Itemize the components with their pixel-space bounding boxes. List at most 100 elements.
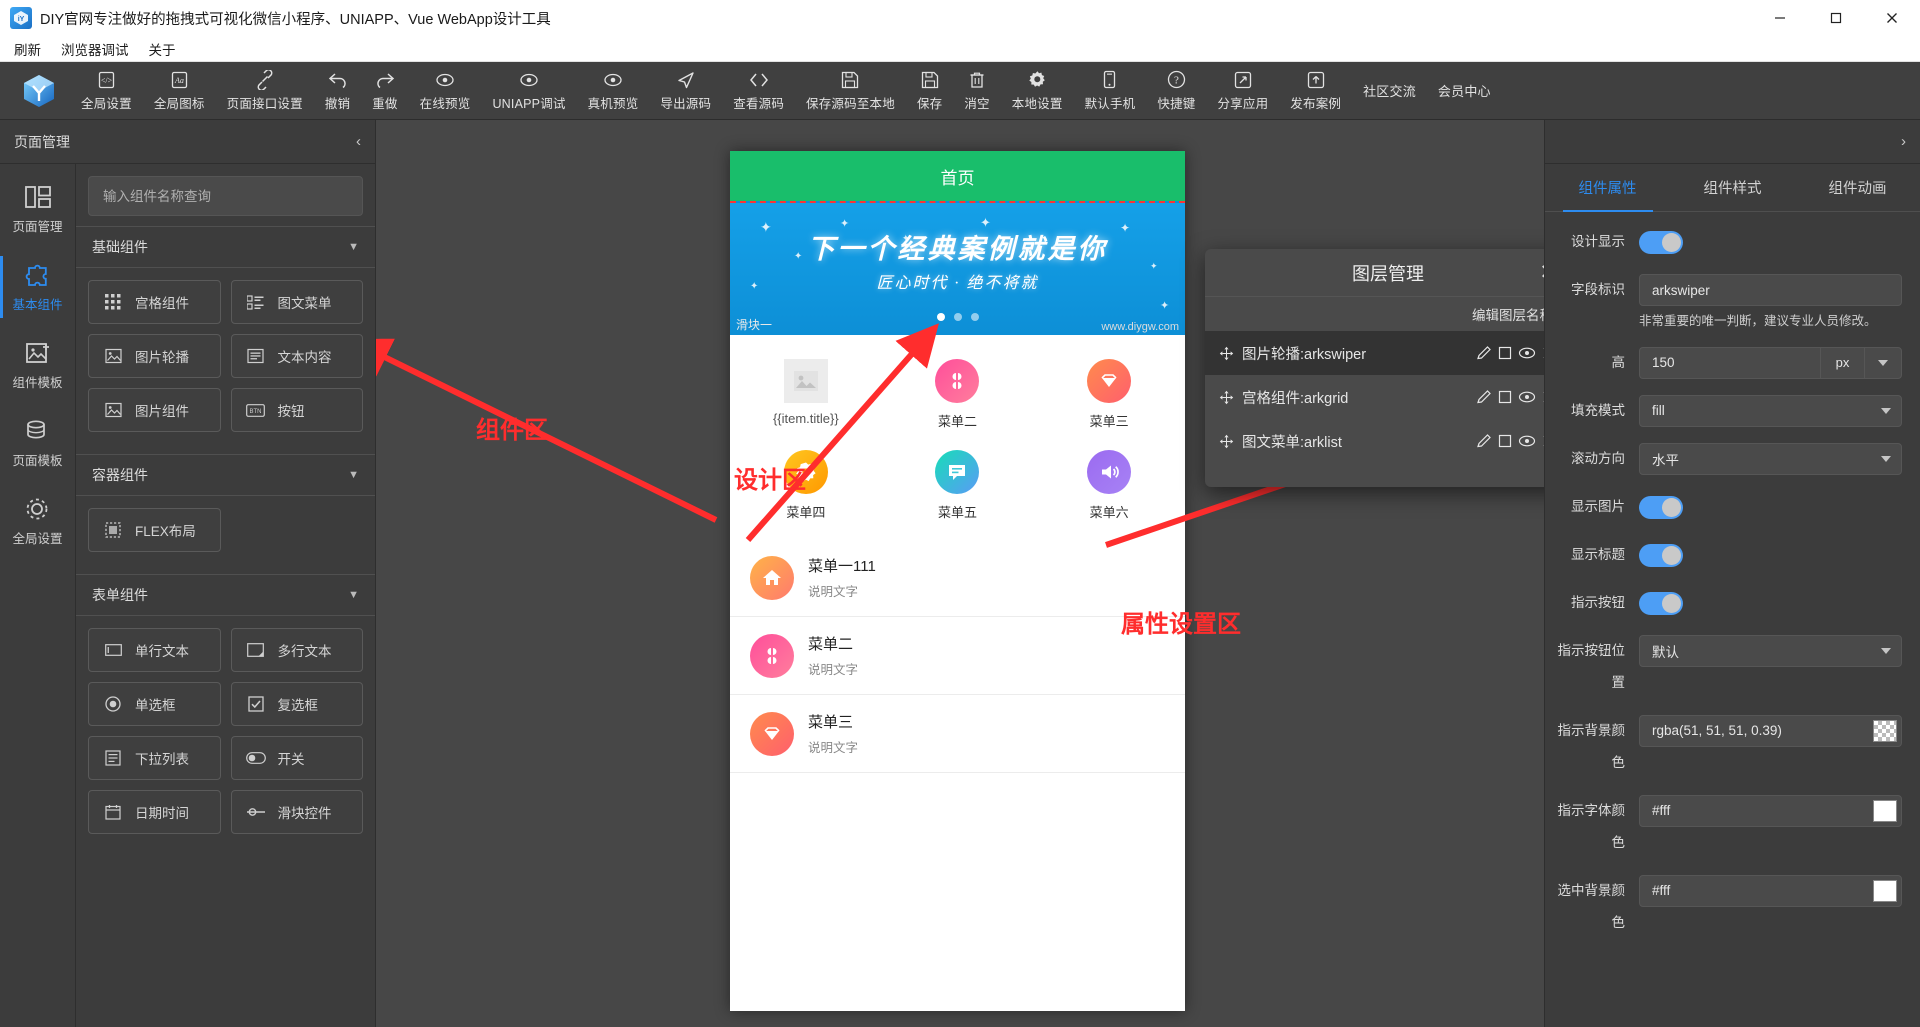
component-multi-line-text[interactable]: 多行文本 xyxy=(231,628,364,672)
toolbar-export-source[interactable]: 导出源码 xyxy=(649,63,722,119)
edit-icon[interactable] xyxy=(1476,345,1492,361)
design-canvas[interactable]: 首页 ✦ ✦ ✦ ✦ ✦ ✦ ✦ ✦ ✦ ✦ 下一个经典案例就是你 匠心时代 ·… xyxy=(376,120,1544,1027)
category-basic-components[interactable]: 基础组件 ▼ xyxy=(76,226,375,268)
grid-cell[interactable]: {{item.title}} xyxy=(730,349,882,440)
category-container-components[interactable]: 容器组件 ▼ xyxy=(76,454,375,496)
move-icon[interactable] xyxy=(1219,346,1234,361)
grid-component[interactable]: {{item.title}} 菜单二 菜单三 xyxy=(730,335,1185,539)
toolbar-member-center[interactable]: 会员中心 xyxy=(1427,63,1502,119)
color-swatch[interactable] xyxy=(1873,800,1897,822)
toolbar-device-preview[interactable]: 真机预览 xyxy=(577,63,650,119)
height-unit-dropdown[interactable] xyxy=(1864,347,1902,379)
design-display-toggle[interactable] xyxy=(1639,231,1683,254)
close-icon[interactable] xyxy=(1541,345,1544,361)
tab-component-styles[interactable]: 组件样式 xyxy=(1670,164,1795,211)
copy-icon[interactable] xyxy=(1497,433,1513,449)
sidebar-item-page-manage[interactable]: 页面管理 xyxy=(0,170,75,248)
chevron-left-icon[interactable]: ‹ xyxy=(356,133,361,150)
toolbar-page-api-settings[interactable]: 页面接口设置 xyxy=(216,63,314,119)
toolbar-clear[interactable]: 消空 xyxy=(953,63,1000,119)
field-id-input[interactable]: arkswiper xyxy=(1639,274,1902,306)
selected-bg-color-field[interactable]: #fff xyxy=(1639,875,1902,907)
indicator-font-color-field[interactable]: #fff xyxy=(1639,795,1902,827)
swiper-component[interactable]: ✦ ✦ ✦ ✦ ✦ ✦ ✦ ✦ ✦ ✦ 下一个经典案例就是你 匠心时代 · 绝不… xyxy=(730,201,1185,335)
toolbar-community[interactable]: 社区交流 xyxy=(1352,63,1427,119)
close-button[interactable] xyxy=(1864,0,1920,36)
component-checkbox[interactable]: 复选框 xyxy=(231,682,364,726)
toolbar-save[interactable]: 保存 xyxy=(906,63,953,119)
copy-icon[interactable] xyxy=(1497,345,1513,361)
toolbar-save-source-local[interactable]: 保存源码至本地 xyxy=(795,63,906,119)
component-image-swiper[interactable]: 图片轮播 xyxy=(88,334,221,378)
maximize-button[interactable] xyxy=(1808,0,1864,36)
grid-cell[interactable]: 菜单四 xyxy=(730,440,882,531)
sidebar-item-page-template[interactable]: 页面模板 xyxy=(0,404,75,482)
sidebar-item-component-template[interactable]: 组件模板 xyxy=(0,326,75,404)
indicator-bg-color-field[interactable]: rgba(51, 51, 51, 0.39) xyxy=(1639,715,1902,747)
toolbar-publish-case[interactable]: 发布案例 xyxy=(1279,63,1352,119)
indicator-position-select[interactable]: 默认 xyxy=(1639,635,1902,667)
sidebar-item-basic-components[interactable]: 基本组件 xyxy=(0,248,75,326)
component-image-text-menu[interactable]: 图文菜单 xyxy=(231,280,364,324)
menu-item-refresh[interactable]: 刷新 xyxy=(6,37,49,61)
category-form-components[interactable]: 表单组件 ▼ xyxy=(76,574,375,616)
menu-item-about[interactable]: 关于 xyxy=(141,37,184,61)
edit-icon[interactable] xyxy=(1476,389,1492,405)
show-image-toggle[interactable] xyxy=(1639,496,1683,519)
eye-icon[interactable] xyxy=(1518,390,1536,404)
toolbar-global-icons[interactable]: Aa 全局图标 xyxy=(143,63,216,119)
component-select[interactable]: 下拉列表 xyxy=(88,736,221,780)
tab-component-animation[interactable]: 组件动画 xyxy=(1795,164,1920,211)
component-flex-layout[interactable]: FLEX布局 xyxy=(88,508,221,552)
scroll-direction-select[interactable]: 水平 xyxy=(1639,443,1902,475)
component-single-line-text[interactable]: 单行文本 xyxy=(88,628,221,672)
toolbar-uniapp-debug[interactable]: UNIAPP调试 xyxy=(481,63,576,119)
component-image[interactable]: 图片组件 xyxy=(88,388,221,432)
grid-cell[interactable]: 菜单二 xyxy=(882,349,1034,440)
swiper-dots[interactable] xyxy=(730,313,1185,321)
toolbar-undo[interactable]: 撤销 xyxy=(314,63,361,119)
grid-cell[interactable]: 菜单三 xyxy=(1033,349,1185,440)
grid-cell[interactable]: 菜单六 xyxy=(1033,440,1185,531)
edit-icon[interactable] xyxy=(1476,433,1492,449)
menu-item-browser-debug[interactable]: 浏览器调试 xyxy=(53,37,137,61)
list-item[interactable]: 菜单三 说明文字 xyxy=(730,695,1185,773)
phone-preview[interactable]: 首页 ✦ ✦ ✦ ✦ ✦ ✦ ✦ ✦ ✦ ✦ 下一个经典案例就是你 匠心时代 ·… xyxy=(730,151,1185,1011)
list-item[interactable]: 菜单二 说明文字 xyxy=(730,617,1185,695)
close-icon[interactable] xyxy=(1541,433,1544,449)
close-icon[interactable]: ✕ xyxy=(1539,262,1544,283)
component-datetime[interactable]: 日期时间 xyxy=(88,790,221,834)
search-input[interactable] xyxy=(88,176,363,216)
list-component[interactable]: 菜单一111 说明文字 菜单二 说明文字 xyxy=(730,539,1185,773)
toolbar-local-settings[interactable]: 本地设置 xyxy=(1001,63,1074,119)
indicator-button-toggle[interactable] xyxy=(1639,592,1683,615)
chevron-right-icon[interactable]: › xyxy=(1901,133,1906,150)
color-swatch[interactable] xyxy=(1873,880,1897,902)
toolbar-share-app[interactable]: 分享应用 xyxy=(1206,63,1279,119)
toolbar-view-source[interactable]: 查看源码 xyxy=(722,63,795,119)
grid-cell[interactable]: 菜单五 xyxy=(882,440,1034,531)
tab-component-properties[interactable]: 组件属性 xyxy=(1545,164,1670,211)
move-icon[interactable] xyxy=(1219,390,1234,405)
layer-manage-dialog[interactable]: 图层管理 ✕ 编辑图层名称 图片轮播:arkswiper 宫格组件:arkgri… xyxy=(1205,249,1544,487)
component-slider[interactable]: 滑块控件 xyxy=(231,790,364,834)
component-text-content[interactable]: 文本内容 xyxy=(231,334,364,378)
toolbar-online-preview[interactable]: 在线预览 xyxy=(409,63,482,119)
sidebar-item-global-settings[interactable]: 全局设置 xyxy=(0,482,75,560)
height-input[interactable]: 150 xyxy=(1639,347,1820,379)
layer-row[interactable]: 图文菜单:arklist xyxy=(1205,419,1544,463)
toolbar-redo[interactable]: 重做 xyxy=(361,63,408,119)
minimize-button[interactable] xyxy=(1752,0,1808,36)
move-icon[interactable] xyxy=(1219,434,1234,449)
layer-row[interactable]: 图片轮播:arkswiper xyxy=(1205,331,1544,375)
fill-mode-select[interactable]: fill xyxy=(1639,395,1902,427)
layer-row[interactable]: 宫格组件:arkgrid xyxy=(1205,375,1544,419)
toolbar-global-settings[interactable]: </> 全局设置 xyxy=(70,63,143,119)
toolbar-shortcuts[interactable]: ? 快捷键 xyxy=(1146,63,1206,119)
component-radio[interactable]: 单选框 xyxy=(88,682,221,726)
show-title-toggle[interactable] xyxy=(1639,544,1683,567)
close-icon[interactable] xyxy=(1541,389,1544,405)
component-button[interactable]: BTN 按钮 xyxy=(231,388,364,432)
eye-icon[interactable] xyxy=(1518,434,1536,448)
eye-icon[interactable] xyxy=(1518,346,1536,360)
